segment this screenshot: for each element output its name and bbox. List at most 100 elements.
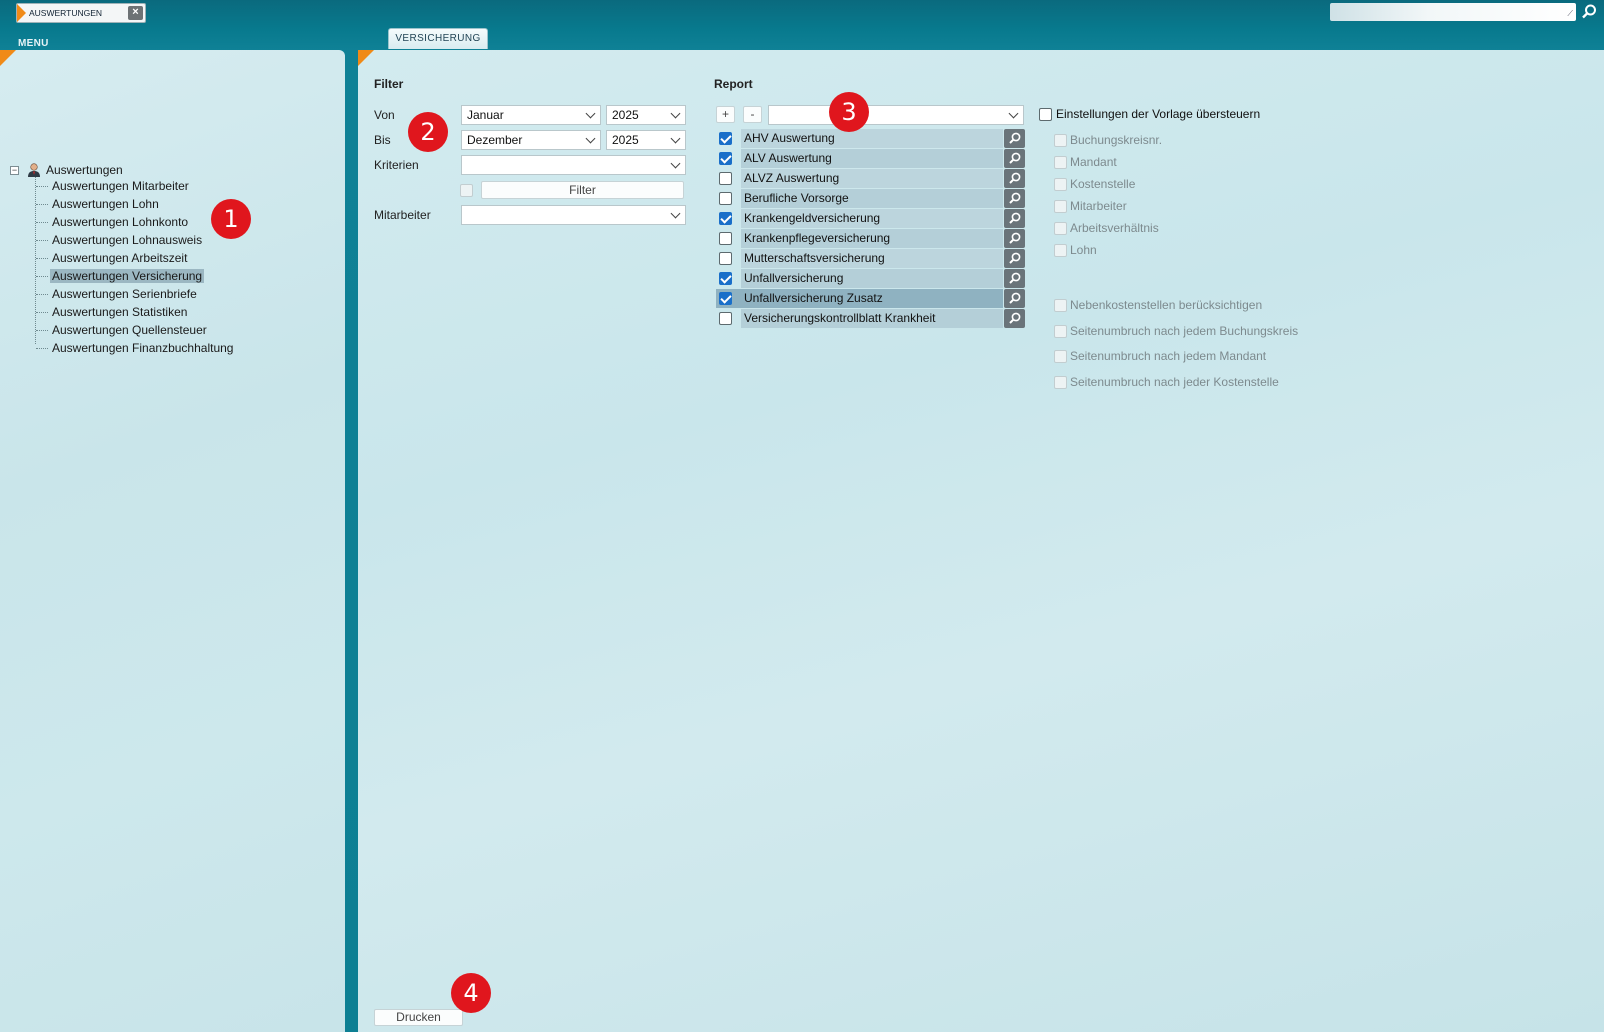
report-row[interactable]: Mutterschaftsversicherung [716,249,1026,268]
option-checkbox[interactable] [1054,325,1067,338]
option-label-arbeitsverhaeltnis: Arbeitsverhältnis [1070,221,1159,235]
report-row[interactable]: Unfallversicherung Zusatz [716,289,1026,308]
von-year-select[interactable]: 2025 [606,105,686,125]
close-icon[interactable]: × [128,6,143,20]
option-label-buchungskreis: Buchungskreisnr. [1070,133,1163,147]
option-checkbox[interactable] [1054,350,1067,363]
option-checkbox[interactable] [1054,244,1067,257]
preview-icon[interactable] [1004,309,1025,328]
report-row[interactable]: ALVZ Auswertung [716,169,1026,188]
add-template-button[interactable]: + [716,106,735,123]
report-checkbox[interactable] [719,172,732,185]
option-label-lohn: Lohn [1070,243,1097,257]
tree-item-lohnkonto[interactable]: Auswertungen Lohnkonto [36,214,336,231]
preview-icon[interactable] [1004,269,1025,288]
preview-icon[interactable] [1004,169,1025,188]
chevron-down-icon [585,108,596,119]
report-name[interactable]: ALVZ Auswertung [741,169,1003,188]
option-checkbox[interactable] [1054,200,1067,213]
report-row[interactable]: Berufliche Vorsorge [716,189,1026,208]
option-checkbox[interactable] [1054,134,1067,147]
app-tab-auswertungen[interactable]: AUSWERTUNGEN × [16,3,146,23]
option-label-kostenstelle: Kostenstelle [1070,177,1136,191]
annotation-badge-2: 2 [408,112,448,152]
filter-button[interactable]: Filter [481,181,684,199]
bis-label: Bis [374,133,391,147]
annotation-badge-1: 1 [211,199,251,239]
report-checkbox[interactable] [719,272,732,285]
report-name[interactable]: Berufliche Vorsorge [741,189,1003,208]
report-checkbox[interactable] [719,252,732,265]
filter-checkbox[interactable] [460,184,473,197]
option-checkbox[interactable] [1054,299,1067,312]
chevron-down-icon [670,158,681,169]
tree-item-serienbriefe[interactable]: Auswertungen Serienbriefe [36,286,336,303]
search-icon[interactable] [1580,3,1598,21]
report-name[interactable]: Versicherungskontrollblatt Krankheit [741,309,1003,328]
report-name[interactable]: AHV Auswertung [741,129,1003,148]
report-row[interactable]: Versicherungskontrollblatt Krankheit [716,309,1026,328]
chevron-down-icon [670,208,681,219]
tree-item-mitarbeiter[interactable]: Auswertungen Mitarbeiter [36,178,336,195]
tree-item-lohnausweis[interactable]: Auswertungen Lohnausweis [36,232,336,249]
bis-year-select[interactable]: 2025 [606,130,686,150]
kriterien-select[interactable] [461,155,686,175]
report-checkbox[interactable] [719,152,732,165]
report-row[interactable]: ALV Auswertung [716,149,1026,168]
option-label-mitarbeiter: Mitarbeiter [1070,199,1127,213]
tree-item-versicherung[interactable]: Auswertungen Versicherung [36,268,336,285]
report-checkbox[interactable] [719,232,732,245]
report-name[interactable]: Unfallversicherung Zusatz [741,289,1003,308]
preview-icon[interactable] [1004,289,1025,308]
report-checkbox[interactable] [719,132,732,145]
report-name[interactable]: Krankenpflegeversicherung [741,229,1003,248]
tree-root-label: Auswertungen [46,163,123,177]
override-settings-checkbox[interactable] [1039,108,1052,121]
tree-item-statistiken[interactable]: Auswertungen Statistiken [36,304,336,321]
collapse-icon[interactable]: − [10,166,19,175]
print-button[interactable]: Drucken [374,1009,463,1026]
search-input[interactable]: ⟋ [1330,3,1576,21]
option-checkbox[interactable] [1054,178,1067,191]
bis-month-value: Dezember [467,133,523,147]
tree-item-quellensteuer[interactable]: Auswertungen Quellensteuer [36,322,336,339]
bis-month-select[interactable]: Dezember [461,130,601,150]
report-heading: Report [714,77,753,91]
report-row[interactable]: Krankenpflegeversicherung [716,229,1026,248]
preview-icon[interactable] [1004,229,1025,248]
panel-corner-icon [358,50,374,66]
report-name[interactable]: Unfallversicherung [741,269,1003,288]
report-row[interactable]: Unfallversicherung [716,269,1026,288]
von-year-value: 2025 [612,108,639,122]
preview-icon[interactable] [1004,129,1025,148]
report-checkbox[interactable] [719,212,732,225]
von-month-select[interactable]: Januar [461,105,601,125]
tree-item-finanzbuchhaltung[interactable]: Auswertungen Finanzbuchhaltung [36,340,336,357]
report-checkbox[interactable] [719,192,732,205]
tree-item-label: Auswertungen Statistiken [52,305,188,319]
report-checkbox[interactable] [719,312,732,325]
report-name[interactable]: Krankengeldversicherung [741,209,1003,228]
option-checkbox[interactable] [1054,376,1067,389]
preview-icon[interactable] [1004,149,1025,168]
template-select[interactable] [768,105,1024,125]
mitarbeiter-select[interactable] [461,205,686,225]
chevron-down-icon [585,133,596,144]
report-name[interactable]: ALV Auswertung [741,149,1003,168]
report-name[interactable]: Mutterschaftsversicherung [741,249,1003,268]
option-checkbox[interactable] [1054,156,1067,169]
tree-item-lohn[interactable]: Auswertungen Lohn [36,196,336,213]
tree-item-arbeitszeit[interactable]: Auswertungen Arbeitszeit [36,250,336,267]
preview-icon[interactable] [1004,209,1025,228]
remove-template-button[interactable]: - [743,106,762,123]
option-checkbox[interactable] [1054,222,1067,235]
tab-versicherung[interactable]: VERSICHERUNG [388,28,488,49]
annotation-badge-3: 3 [829,92,869,132]
preview-icon[interactable] [1004,189,1025,208]
report-row[interactable]: Krankengeldversicherung [716,209,1026,228]
preview-icon[interactable] [1004,249,1025,268]
von-month-value: Januar [467,108,504,122]
bis-year-value: 2025 [612,133,639,147]
report-checkbox[interactable] [719,292,732,305]
report-row[interactable]: AHV Auswertung [716,129,1026,148]
